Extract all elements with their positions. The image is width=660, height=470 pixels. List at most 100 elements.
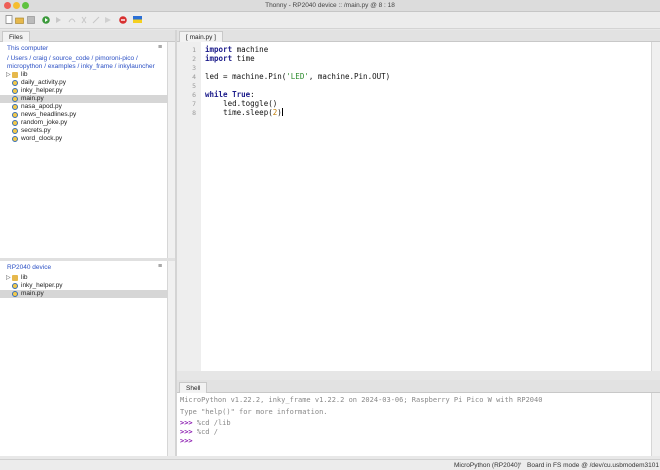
window-title: Thonny - RP2040 device :: /main.py @ 8 :… — [265, 2, 395, 9]
file-name: lib — [21, 71, 28, 78]
tab-main-py[interactable]: [ main.py ] — [179, 31, 223, 42]
file-row[interactable]: inky_helper.py — [0, 87, 168, 95]
device-pane-menu-icon[interactable]: ≡ — [158, 263, 162, 270]
step-over-icon[interactable] — [67, 15, 76, 24]
code-line[interactable]: time.sleep(2) — [205, 108, 283, 117]
shell-prompt: >>> — [180, 428, 193, 436]
window-title-bar: Thonny - RP2040 device :: /main.py @ 8 :… — [0, 0, 660, 12]
file-row[interactable]: random_joke.py — [0, 119, 168, 127]
folder-open-icon[interactable] — [15, 15, 24, 24]
line-number: 1 — [192, 46, 196, 54]
shell-command: %cd /lib — [196, 419, 231, 427]
line-number: 3 — [192, 64, 196, 72]
shell-banner: MicroPython v1.22.2, inky_frame v1.22.2 … — [180, 396, 543, 404]
code-line[interactable]: led.toggle() — [205, 99, 277, 108]
play-icon[interactable] — [41, 15, 50, 24]
interpreter-selector[interactable]: MicroPython (RP2040) — [454, 462, 520, 469]
python-file-icon — [12, 112, 18, 118]
debug-icon[interactable] — [53, 15, 62, 24]
this-computer-title: This computer — [7, 45, 49, 52]
tab-shell[interactable]: Shell — [179, 382, 208, 393]
file-row[interactable]: main.py — [0, 95, 168, 103]
line-number: 2 — [192, 55, 196, 63]
expand-arrow-icon[interactable]: ▷ — [6, 274, 11, 282]
file-name: random_joke.py — [21, 119, 68, 126]
file-name: news_headlines.py — [21, 111, 77, 118]
file-name: lib — [21, 274, 28, 281]
text-cursor — [281, 108, 283, 116]
file-row[interactable]: nasa_apod.py — [0, 103, 168, 111]
shell-scrollbar[interactable] — [651, 393, 660, 456]
device-mode-status: Board in FS mode @ /dev/cu.usbmodem3101 — [527, 462, 659, 469]
shell-input-line: >>> %cd /lib — [180, 419, 231, 427]
resume-icon[interactable] — [103, 15, 112, 24]
device-scrollbar[interactable] — [167, 261, 175, 456]
file-name: daily_activity.py — [21, 79, 67, 86]
stop-icon[interactable] — [118, 15, 127, 24]
python-file-icon — [12, 120, 18, 126]
step-out-icon[interactable] — [91, 15, 100, 24]
shell-prompt: >>> — [180, 419, 193, 427]
save-icon[interactable] — [26, 15, 35, 24]
ukraine-flag-icon[interactable] — [133, 15, 142, 24]
shell-help-line: Type "help()" for more information. — [180, 408, 328, 416]
file-row[interactable]: daily_activity.py — [0, 79, 168, 87]
line-number-gutter: 12345678 — [177, 42, 201, 371]
file-row[interactable]: inky_helper.py — [0, 282, 168, 290]
python-file-icon — [12, 128, 18, 134]
file-row[interactable]: main.py — [0, 290, 168, 298]
file-row[interactable]: ▷ lib — [0, 274, 168, 282]
file-row[interactable]: word_clock.py — [0, 135, 168, 143]
current-path-breadcrumb[interactable]: / Users / craig / source_code / pimoroni… — [7, 55, 157, 70]
folder-icon — [12, 275, 18, 281]
files-scrollbar[interactable] — [167, 42, 175, 258]
file-name: nasa_apod.py — [21, 103, 62, 110]
code-editor[interactable]: 12345678 import machine import time led = … — [177, 42, 651, 371]
this-computer-pane: This computer ≡ / Users / craig / source… — [0, 42, 168, 258]
file-row[interactable]: secrets.py — [0, 127, 168, 135]
file-name: secrets.py — [21, 127, 51, 134]
step-into-icon[interactable] — [79, 15, 88, 24]
editor-shell-splitter[interactable] — [177, 371, 660, 380]
code-line[interactable]: import machine — [205, 45, 268, 54]
python-file-icon — [12, 136, 18, 142]
shell-prompt: >>> — [180, 437, 193, 445]
toolbar — [0, 12, 660, 29]
file-name: inky_helper.py — [21, 282, 63, 289]
file-name: main.py — [21, 290, 44, 297]
file-row[interactable]: news_headlines.py — [0, 111, 168, 119]
python-file-icon — [12, 80, 18, 86]
file-name: main.py — [21, 95, 44, 102]
python-file-icon — [12, 104, 18, 110]
status-bar: MicroPython (RP2040) • Board in FS mode … — [0, 459, 660, 470]
editor-tab-bar: [ main.py ] — [177, 30, 660, 42]
device-pane: RP2040 device ≡ ▷ lib inky_helper.py main.p… — [0, 261, 168, 456]
tab-files[interactable]: Files — [2, 31, 30, 42]
pane-menu-icon[interactable]: ≡ — [158, 44, 162, 51]
status-separator: • — [519, 461, 522, 468]
folder-icon — [12, 72, 18, 78]
device-title: RP2040 device — [7, 264, 52, 271]
python-file-icon — [12, 291, 18, 297]
python-file-icon — [12, 88, 18, 94]
shell-tab-bar: Shell — [177, 380, 660, 393]
editor-scrollbar[interactable] — [651, 42, 660, 371]
shell-input-line: >>> %cd / — [180, 428, 218, 436]
line-number: 7 — [192, 100, 196, 108]
code-line[interactable]: led = machine.Pin('LED', machine.Pin.OUT… — [205, 72, 390, 81]
shell-command: %cd / — [196, 428, 218, 436]
file-name: inky_helper.py — [21, 87, 63, 94]
line-number: 8 — [192, 109, 196, 117]
python-file-icon — [12, 283, 18, 289]
line-number: 5 — [192, 82, 196, 90]
new-file-icon[interactable] — [4, 15, 13, 24]
shell-console[interactable]: MicroPython v1.22.2, inky_frame v1.22.2 … — [177, 393, 651, 456]
code-line[interactable]: import time — [205, 54, 255, 63]
code-line[interactable]: while True: — [205, 90, 255, 99]
line-number: 4 — [192, 73, 196, 81]
expand-arrow-icon[interactable]: ▷ — [6, 71, 11, 79]
files-tab-bar: Files — [0, 30, 175, 42]
file-name: word_clock.py — [21, 135, 63, 142]
shell-input-line: >>> — [180, 437, 193, 445]
file-row[interactable]: ▷ lib — [0, 71, 168, 79]
